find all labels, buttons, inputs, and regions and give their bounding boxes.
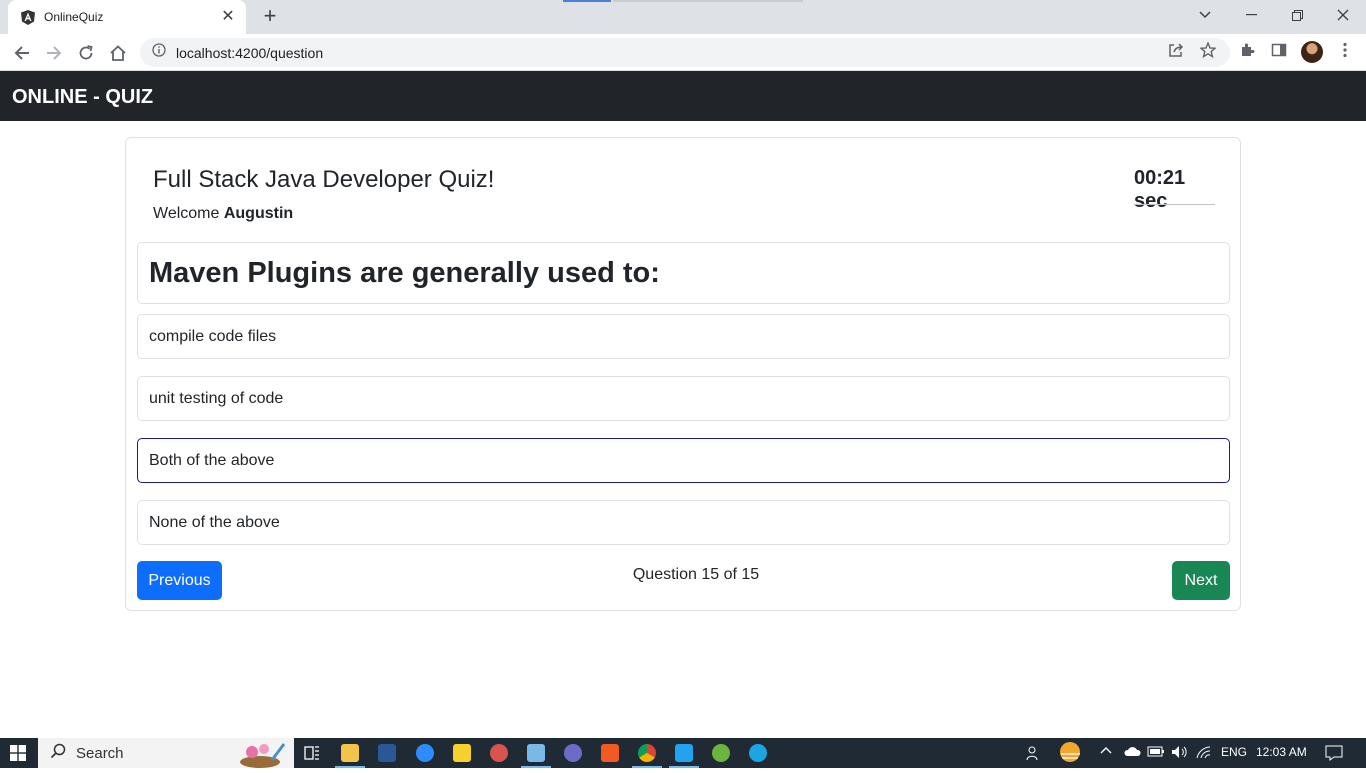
answer-option-1[interactable]: compile code files bbox=[137, 314, 1230, 359]
address-bar[interactable]: localhost:4200/question bbox=[140, 38, 1230, 67]
spring-tool-icon[interactable] bbox=[712, 744, 730, 762]
answer-option-label: compile code files bbox=[149, 327, 277, 345]
side-panel-icon[interactable] bbox=[1269, 41, 1289, 59]
tab-search-icon[interactable] bbox=[1182, 0, 1228, 30]
onedrive-icon[interactable] bbox=[1123, 745, 1141, 760]
app-icon[interactable] bbox=[490, 744, 508, 762]
language-indicator[interactable]: ENG bbox=[1221, 745, 1247, 759]
weather-icon[interactable] bbox=[1058, 740, 1084, 767]
navbar-brand[interactable]: ONLINE - QUIZ bbox=[12, 86, 153, 109]
previous-button[interactable]: Previous bbox=[137, 561, 222, 600]
wifi-icon[interactable] bbox=[1196, 745, 1214, 762]
home-icon[interactable] bbox=[105, 40, 131, 66]
browser-tab[interactable]: OnlineQuiz ✕ bbox=[8, 0, 246, 34]
answer-option-label: None of the above bbox=[149, 513, 280, 531]
next-button[interactable]: Next bbox=[1172, 561, 1230, 600]
welcome-message: Welcome Augustin bbox=[153, 205, 293, 223]
answer-option-2[interactable]: unit testing of code bbox=[137, 376, 1230, 421]
restore-icon[interactable] bbox=[1274, 0, 1320, 30]
back-icon[interactable] bbox=[9, 40, 35, 66]
windows-start-icon[interactable] bbox=[10, 745, 26, 761]
quiz-title: Full Stack Java Developer Quiz! bbox=[153, 166, 495, 193]
notifications-icon[interactable] bbox=[1325, 745, 1343, 764]
answer-option-label: unit testing of code bbox=[149, 389, 284, 407]
browser-tab-strip: OnlineQuiz ✕ + bbox=[0, 0, 1366, 34]
word-icon[interactable] bbox=[378, 744, 396, 762]
answer-option-3[interactable]: Both of the above bbox=[137, 438, 1230, 483]
search-icon bbox=[50, 743, 66, 764]
brave-icon[interactable] bbox=[601, 744, 619, 762]
answer-option-4[interactable]: None of the above bbox=[137, 500, 1230, 545]
search-label: Search bbox=[76, 744, 124, 762]
tab-title: OnlineQuiz bbox=[44, 10, 104, 24]
extensions-icon[interactable] bbox=[1237, 41, 1257, 59]
share-icon[interactable] bbox=[1166, 41, 1186, 59]
quiz-card: Full Stack Java Developer Quiz! Welcome … bbox=[125, 137, 1241, 611]
file-explorer-icon[interactable] bbox=[341, 744, 359, 762]
profile-avatar[interactable] bbox=[1301, 41, 1323, 63]
new-tab-icon[interactable]: + bbox=[258, 5, 282, 29]
battery-icon[interactable] bbox=[1147, 745, 1165, 760]
notepad-icon[interactable] bbox=[527, 744, 545, 762]
vscode-icon[interactable] bbox=[675, 744, 693, 762]
user-name: Augustin bbox=[223, 205, 294, 222]
terminal-icon[interactable] bbox=[564, 744, 582, 762]
browser-toolbar: localhost:4200/question bbox=[0, 34, 1366, 71]
minimize-icon[interactable] bbox=[1228, 0, 1274, 30]
taskbar-search-box[interactable]: Search bbox=[38, 738, 294, 768]
zoom-icon[interactable] bbox=[416, 744, 434, 762]
question-box: Maven Plugins are generally used to: bbox=[137, 242, 1230, 304]
quiz-timer: 00:21 sec bbox=[1134, 167, 1186, 212]
task-view-icon[interactable] bbox=[303, 744, 321, 762]
clock[interactable]: 12:03 AM bbox=[1256, 745, 1307, 759]
url-text: localhost:4200/question bbox=[176, 44, 324, 61]
forward-icon[interactable] bbox=[41, 40, 67, 66]
bookmark-star-icon[interactable] bbox=[1198, 41, 1218, 59]
close-tab-icon[interactable]: ✕ bbox=[220, 9, 236, 25]
windows-taskbar: Search ENG 12:03 AM bbox=[0, 738, 1366, 768]
question-counter: Question 15 of 15 bbox=[632, 566, 760, 583]
app-navbar: ONLINE - QUIZ bbox=[0, 71, 1366, 121]
question-text: Maven Plugins are generally used to: bbox=[149, 256, 660, 289]
sticky-notes-icon[interactable] bbox=[453, 744, 471, 762]
timer-divider bbox=[1134, 204, 1215, 205]
browser-menu-icon[interactable] bbox=[1335, 41, 1355, 59]
tab-strip-indicator bbox=[563, 0, 611, 2]
reload-icon[interactable] bbox=[73, 40, 99, 66]
close-window-icon[interactable] bbox=[1320, 0, 1366, 30]
edge-icon[interactable] bbox=[749, 744, 767, 762]
answer-option-label: Both of the above bbox=[149, 451, 275, 469]
tab-strip-indicator-secondary bbox=[613, 0, 803, 2]
chrome-icon[interactable] bbox=[638, 744, 656, 762]
welcome-prefix: Welcome bbox=[153, 205, 224, 222]
angular-favicon-icon bbox=[20, 9, 36, 25]
volume-icon[interactable] bbox=[1171, 745, 1189, 762]
people-icon[interactable] bbox=[1026, 745, 1042, 764]
show-hidden-icons-chevron-up-icon[interactable] bbox=[1100, 745, 1112, 760]
site-info-icon[interactable] bbox=[152, 43, 166, 62]
search-highlight-icon bbox=[238, 740, 292, 768]
